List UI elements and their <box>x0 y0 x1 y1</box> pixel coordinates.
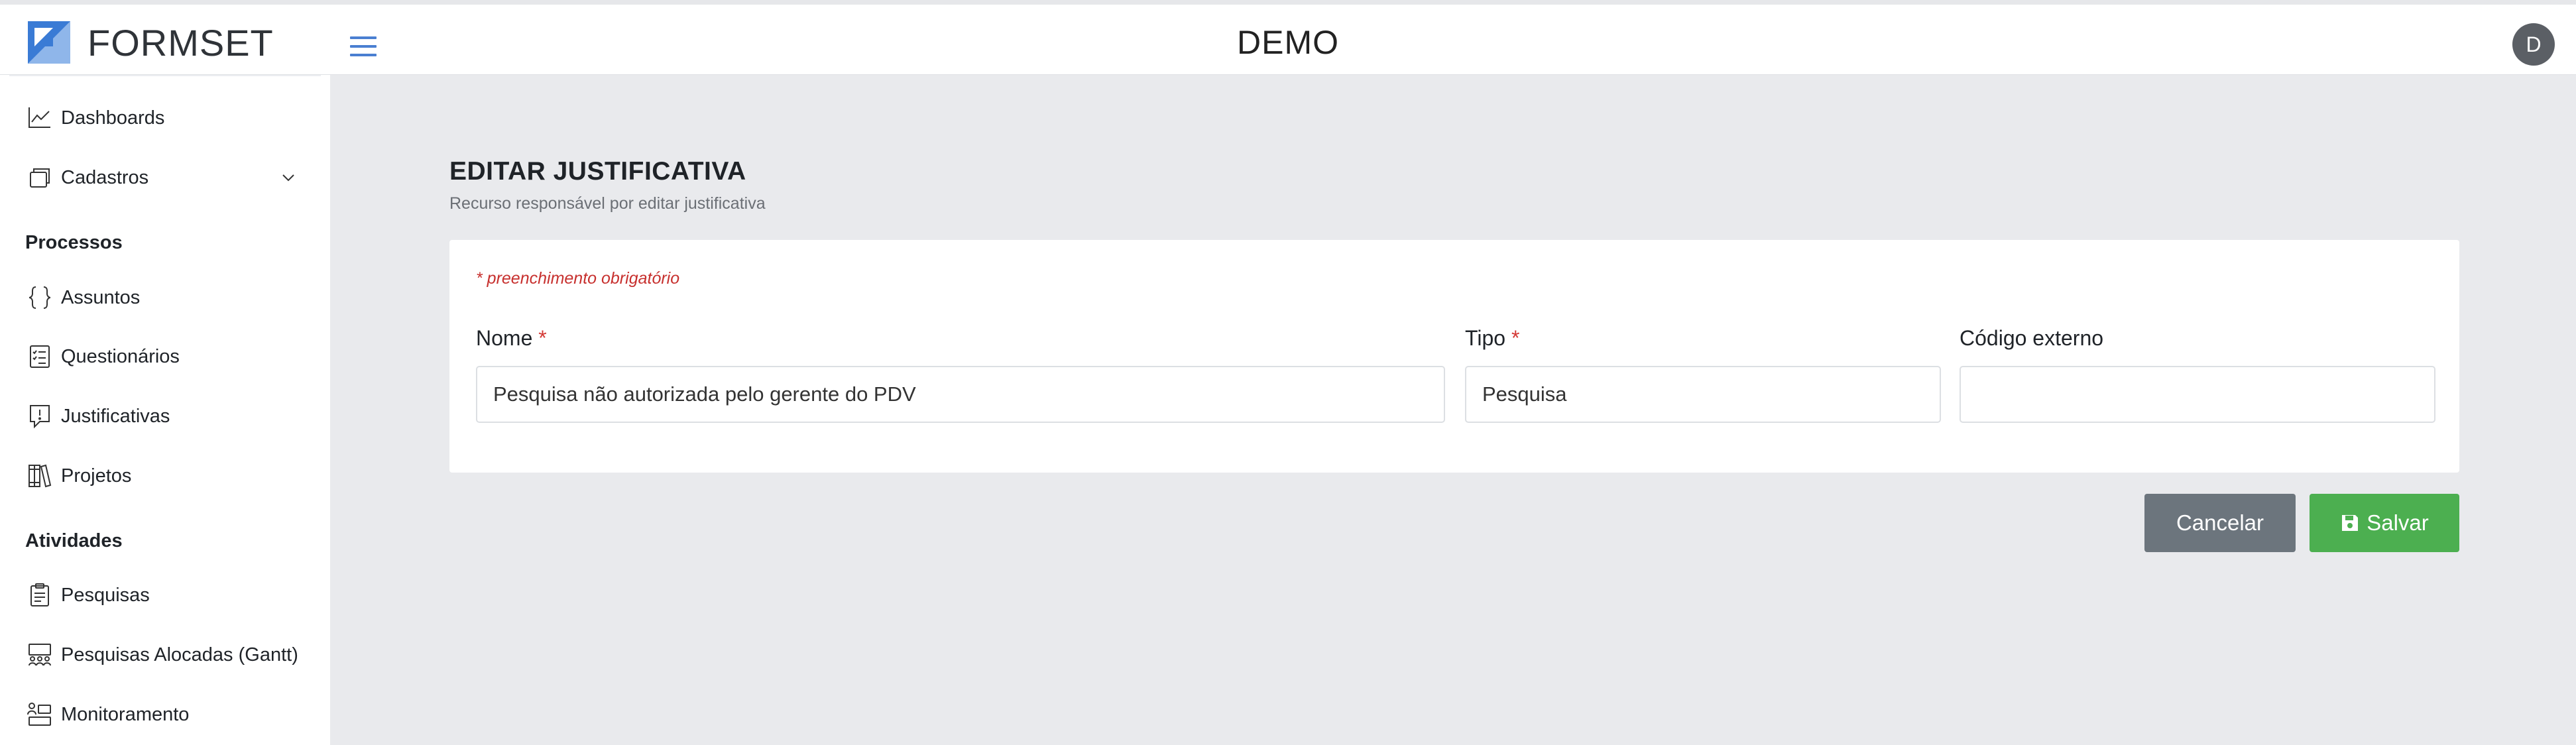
line-chart-icon <box>29 107 50 128</box>
required-note: * preenchimento obrigatório <box>476 269 680 288</box>
nome-input[interactable]: Pesquisa não autorizada pelo gerente do … <box>476 366 1445 423</box>
tipo-select-value: Pesquisa <box>1482 382 1567 406</box>
braces-icon <box>29 286 51 309</box>
tipo-label-text: Tipo <box>1465 326 1506 350</box>
books-icon <box>29 464 52 488</box>
chevron-down-icon <box>282 174 294 182</box>
cancel-button-label: Cancelar <box>2176 510 2264 535</box>
sidebar-item-label: Justificativas <box>61 405 170 427</box>
formset-logo-icon <box>28 21 70 64</box>
page-title: EDITAR JUSTIFICATIVA <box>449 157 746 186</box>
tipo-select[interactable]: Pesquisa <box>1465 366 1941 423</box>
sidebar-item-questionarios[interactable]: Questionários <box>25 337 310 376</box>
checklist-icon <box>30 345 50 368</box>
nome-input-value: Pesquisa não autorizada pelo gerente do … <box>493 382 916 406</box>
clipboard-icon <box>30 583 49 606</box>
app-title: DEMO <box>1237 24 1339 61</box>
codigo-externo-label: Código externo <box>1960 326 2104 350</box>
hamburger-menu-icon[interactable] <box>350 36 377 59</box>
floppy-disk-icon <box>2342 515 2359 531</box>
sidebar-item-label: Assuntos <box>61 286 141 308</box>
tipo-label: Tipo * <box>1465 326 1519 351</box>
sidebar-item-label: Projetos <box>61 465 132 487</box>
section-title-atividades: Atividades <box>25 530 123 551</box>
page-subtitle: Recurso responsável por editar justifica… <box>449 194 766 213</box>
required-asterisk: * <box>538 326 547 350</box>
logo-text: FORMSET <box>88 21 274 64</box>
cancel-button[interactable]: Cancelar <box>2144 494 2296 552</box>
sidebar-item-label: Cadastros <box>61 166 149 188</box>
sidebar-item-projetos[interactable]: Projetos <box>25 456 310 496</box>
sidebar-item-justificativas[interactable]: Justificativas <box>25 396 310 436</box>
app-logo[interactable]: FORMSET <box>28 19 274 66</box>
sidebar-item-label: Questionários <box>61 345 180 367</box>
message-alert-icon <box>30 405 50 429</box>
sidebar-item-cadastros[interactable]: Cadastros <box>25 158 310 198</box>
presentation-people-icon <box>29 644 51 666</box>
sidebar-item-dashboards[interactable]: Dashboards <box>25 98 310 138</box>
sidebar-item-pesquisas-alocadas[interactable]: Pesquisas Alocadas (Gantt) <box>25 635 310 675</box>
codigo-externo-input[interactable] <box>1960 366 2435 423</box>
cards-icon <box>30 168 50 188</box>
required-asterisk: * <box>1511 326 1520 350</box>
sidebar-item-monitoramento[interactable]: Monitoramento <box>25 695 310 734</box>
sidebar-item-label: Pesquisas <box>61 584 150 606</box>
nome-label: Nome * <box>476 326 547 351</box>
sidebar: Dashboards Cadastros Processos Assuntos … <box>0 75 330 745</box>
form-card: * preenchimento obrigatório Nome * Pesqu… <box>449 240 2459 473</box>
sidebar-item-label: Pesquisas Alocadas (Gantt) <box>61 644 298 665</box>
save-button-label: Salvar <box>2367 510 2429 535</box>
sidebar-item-label: Dashboards <box>61 107 165 129</box>
sidebar-item-assuntos[interactable]: Assuntos <box>25 278 310 317</box>
nome-label-text: Nome <box>476 326 533 350</box>
monitoring-icon <box>27 703 51 726</box>
section-title-processos: Processos <box>25 232 123 253</box>
sidebar-item-pesquisas[interactable]: Pesquisas <box>25 575 310 615</box>
main-content: EDITAR JUSTIFICATIVA Recurso responsável… <box>330 75 2576 745</box>
save-button[interactable]: Salvar <box>2310 494 2459 552</box>
user-avatar[interactable]: D <box>2512 23 2555 66</box>
sidebar-divider <box>9 75 321 76</box>
sidebar-item-label: Monitoramento <box>61 703 190 725</box>
top-navbar: FORMSET DEMO D <box>0 0 2576 75</box>
